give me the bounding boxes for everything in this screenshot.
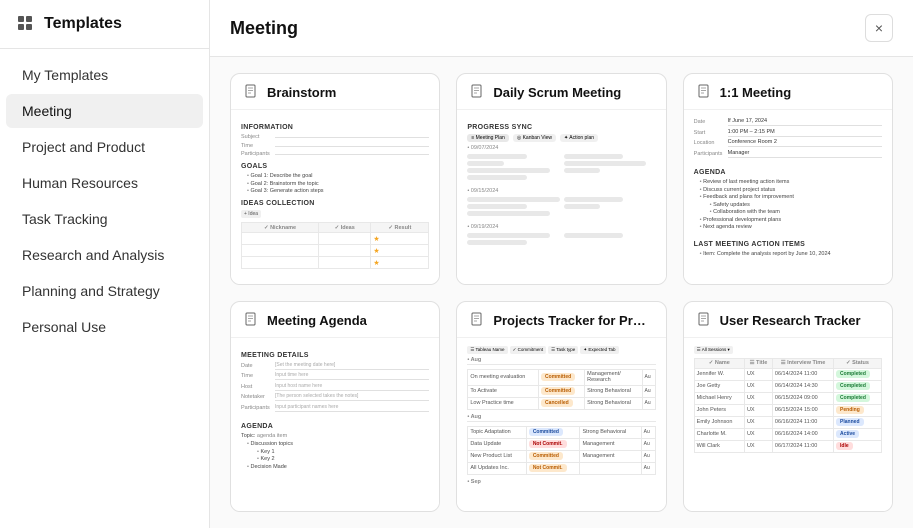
main-title: Meeting bbox=[230, 18, 298, 39]
template-card-header: Brainstorm bbox=[231, 74, 439, 110]
template-title-brainstorm: Brainstorm bbox=[267, 85, 336, 100]
doc-icon-oo bbox=[698, 84, 712, 101]
template-card-daily-scrum[interactable]: Daily Scrum Meeting Progress Sync ≡ Meet… bbox=[456, 73, 666, 285]
sidebar-item-personal-use[interactable]: Personal Use bbox=[6, 310, 203, 344]
template-title-agenda: Meeting Agenda bbox=[267, 313, 367, 328]
sidebar-item-task-tracking[interactable]: Task Tracking bbox=[6, 202, 203, 236]
main-content: Meeting × Brainstorm Information bbox=[210, 0, 913, 528]
template-card-projects-tracker[interactable]: Projects Tracker for Prod... ☰ Tableau N… bbox=[456, 301, 666, 513]
template-preview-agenda: Meeting Details Date [Set the meeting da… bbox=[231, 338, 439, 513]
sidebar-item-meeting[interactable]: Meeting bbox=[6, 94, 203, 128]
template-card-agenda[interactable]: Meeting Agenda Meeting Details Date [Set… bbox=[230, 301, 440, 513]
template-preview-scrum: Progress Sync ≡ Meeting Plan ◎ Kanban Vi… bbox=[457, 110, 665, 285]
template-preview-pt: ☰ Tableau Name ✓ Commitment ☰ Task type … bbox=[457, 338, 665, 513]
main-header: Meeting × bbox=[210, 0, 913, 57]
template-card-one-on-one[interactable]: 1:1 Meeting Date If June 17, 2024 Start … bbox=[683, 73, 893, 285]
sidebar-header: Templates bbox=[0, 0, 209, 49]
doc-icon-scrum bbox=[471, 84, 485, 101]
template-title-oo: 1:1 Meeting bbox=[720, 85, 792, 100]
close-button[interactable]: × bbox=[865, 14, 893, 42]
sidebar-item-my-templates[interactable]: My Templates bbox=[6, 58, 203, 92]
doc-icon-agenda bbox=[245, 312, 259, 329]
sidebar-nav: My Templates Meeting Project and Product… bbox=[0, 49, 209, 528]
template-card-header-scrum: Daily Scrum Meeting bbox=[457, 74, 665, 110]
sidebar-item-human-resources[interactable]: Human Resources bbox=[6, 166, 203, 200]
template-title-ur: User Research Tracker bbox=[720, 313, 861, 328]
doc-icon bbox=[245, 84, 259, 101]
sidebar-item-project-product[interactable]: Project and Product bbox=[6, 130, 203, 164]
template-card-header-oo: 1:1 Meeting bbox=[684, 74, 892, 110]
template-title-scrum: Daily Scrum Meeting bbox=[493, 85, 621, 100]
template-preview-brainstorm: Information Subject Time Participants Go… bbox=[231, 110, 439, 285]
template-card-header-agenda: Meeting Agenda bbox=[231, 302, 439, 338]
template-card-header-pt: Projects Tracker for Prod... bbox=[457, 302, 665, 338]
template-card-header-ur: User Research Tracker bbox=[684, 302, 892, 338]
sidebar: Templates My Templates Meeting Project a… bbox=[0, 0, 210, 528]
templates-icon bbox=[16, 14, 36, 34]
template-card-user-research[interactable]: User Research Tracker ☰ All Sessions ▾ ✓… bbox=[683, 301, 893, 513]
sidebar-item-research-analysis[interactable]: Research and Analysis bbox=[6, 238, 203, 272]
template-preview-oo: Date If June 17, 2024 Start 1:00 PM – 2:… bbox=[684, 110, 892, 285]
templates-grid: Brainstorm Information Subject Time Part… bbox=[210, 57, 913, 528]
sidebar-title: Templates bbox=[44, 15, 122, 33]
template-card-brainstorm[interactable]: Brainstorm Information Subject Time Part… bbox=[230, 73, 440, 285]
doc-icon-ur bbox=[698, 312, 712, 329]
doc-icon-pt bbox=[471, 312, 485, 329]
template-title-pt: Projects Tracker for Prod... bbox=[493, 313, 651, 328]
sidebar-item-planning-strategy[interactable]: Planning and Strategy bbox=[6, 274, 203, 308]
template-preview-ur: ☰ All Sessions ▾ ✓ Name ☰ Title ☰ Interv… bbox=[684, 338, 892, 513]
